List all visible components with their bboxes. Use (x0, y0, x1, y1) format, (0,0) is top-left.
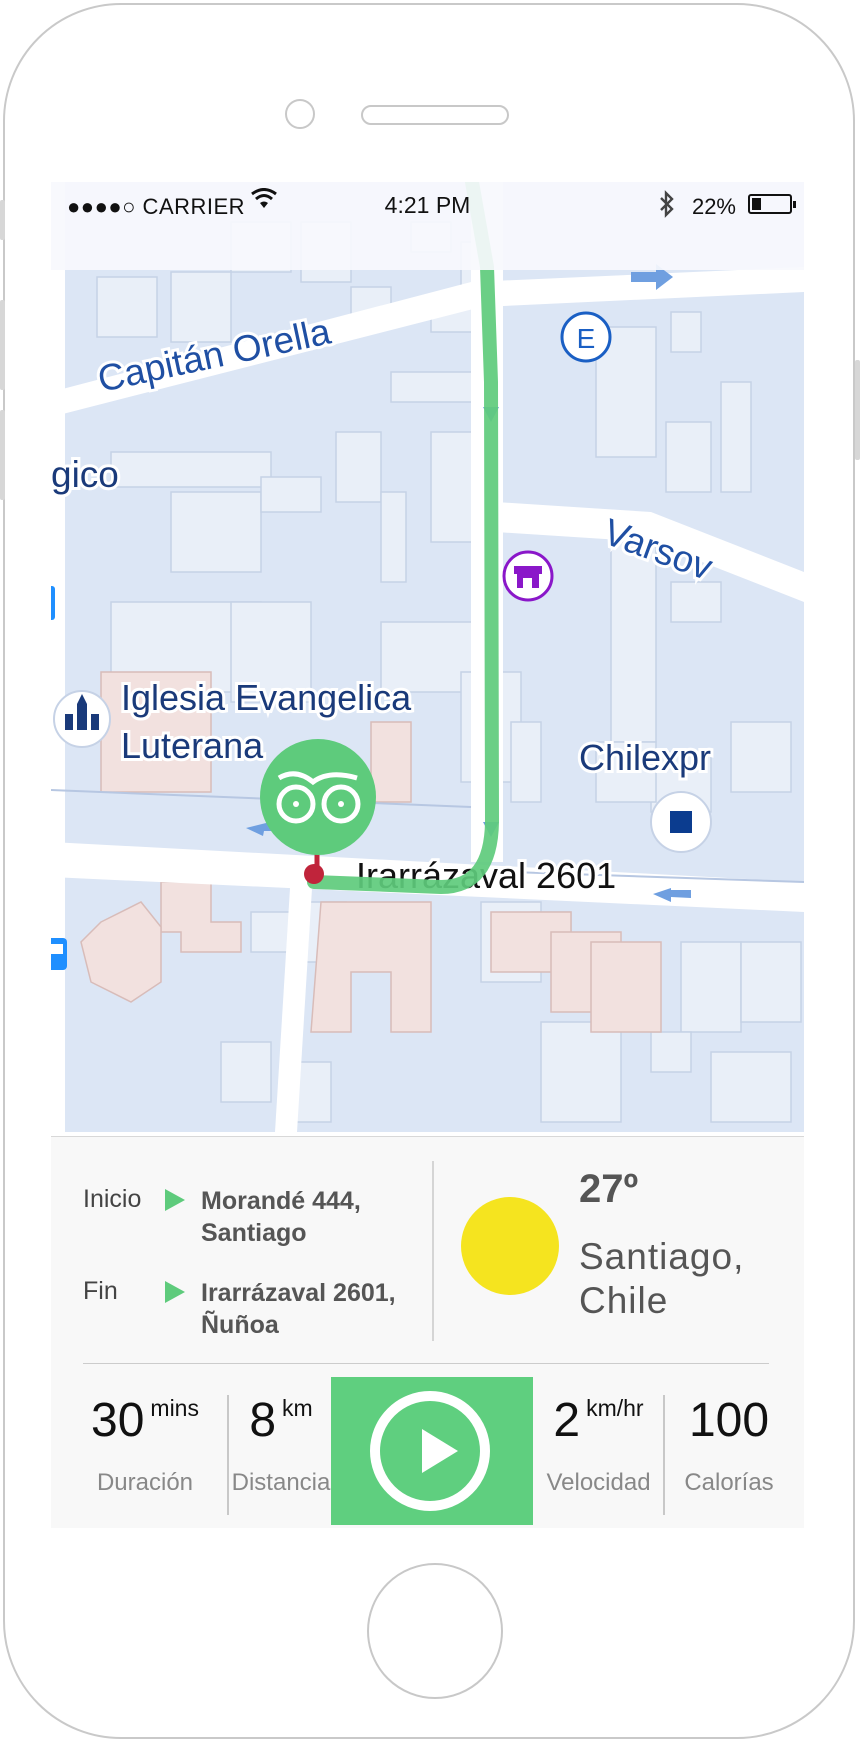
start-label: Inicio (83, 1185, 142, 1213)
stat-duration: 30 mins Duración (65, 1367, 225, 1517)
end-label: Fin (83, 1277, 118, 1305)
calories-value: 100 (688, 1394, 770, 1447)
station-e-icon[interactable]: E (560, 311, 612, 363)
status-bar: ●●●●○ CARRIER 4:21 PM 22% (51, 182, 804, 270)
battery-icon (748, 194, 796, 214)
poi-label-chilexpress: Chilexpr (579, 737, 711, 778)
bus-icon[interactable] (51, 938, 67, 970)
church-icon[interactable] (53, 690, 111, 748)
distance-unit: km (282, 1395, 313, 1421)
power-button (855, 360, 860, 460)
stat-calories: 100 Calorías (665, 1367, 793, 1517)
trip-panel: Inicio Morandé 444, Santiago Fin Irarráz… (51, 1136, 804, 1528)
front-camera (285, 99, 315, 129)
speed-value: 2 (553, 1394, 581, 1447)
map-view[interactable]: Capitán Orella Varsov gico Iglesia Evang… (51, 182, 804, 1132)
panel-divider (432, 1161, 434, 1341)
volume-up-button (0, 300, 5, 390)
stop-icon (670, 811, 692, 833)
distance-value: 8 (249, 1394, 277, 1447)
duration-unit: mins (150, 1395, 199, 1421)
mute-switch (0, 200, 5, 240)
speed-unit: km/hr (586, 1395, 644, 1421)
end-address: Irarrázaval 2601, Ñuñoa (201, 1279, 396, 1339)
weather-city: Santiago, Chile (579, 1236, 745, 1321)
temperature: 27º (579, 1167, 639, 1211)
stat-speed: 2 km/hr Velocidad (541, 1367, 656, 1517)
distance-label: Distancia (231, 1469, 331, 1496)
volume-down-button (0, 410, 5, 500)
end-arrow-icon (165, 1281, 185, 1303)
sun-icon (461, 1197, 559, 1295)
shop-icon[interactable] (502, 550, 554, 602)
svg-text:E: E (577, 323, 596, 354)
battery-percent: 22% (691, 194, 736, 219)
poi-label-iglesia-line2: Luterana (121, 725, 264, 766)
earpiece-speaker (361, 105, 509, 125)
duration-label: Duración (96, 1469, 194, 1496)
start-address: Morandé 444, Santiago (201, 1187, 361, 1247)
app-screen: Capitán Orella Varsov gico Iglesia Evang… (51, 182, 804, 1528)
poi-label-iglesia-line1: Iglesia Evangelica (121, 677, 412, 718)
place-label-gico: gico (51, 454, 119, 495)
home-button[interactable] (367, 1563, 503, 1699)
speed-label: Velocidad (546, 1469, 651, 1496)
start-arrow-icon (165, 1189, 185, 1211)
stats-divider (83, 1363, 769, 1364)
stat-divider (227, 1395, 229, 1515)
play-icon (370, 1391, 490, 1511)
stat-distance: 8 km Distancia (231, 1367, 331, 1517)
bluetooth-icon (658, 190, 676, 225)
left-edge-marker (51, 586, 55, 620)
play-button[interactable] (331, 1377, 533, 1525)
calories-label: Calorías (684, 1469, 774, 1496)
duration-value: 30 (91, 1394, 145, 1447)
stop-button[interactable] (650, 791, 712, 853)
